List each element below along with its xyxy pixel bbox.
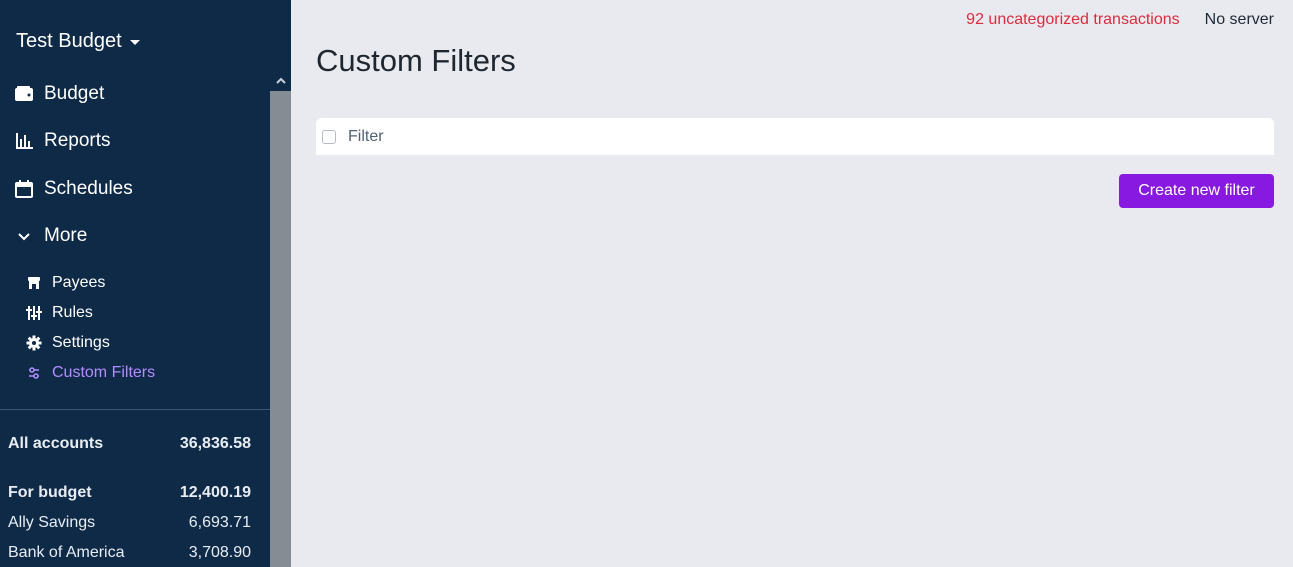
budget-selector[interactable]: Test Budget (16, 30, 140, 53)
sidebar-item-custom-filters[interactable]: Custom Filters (26, 364, 155, 382)
bar-chart-icon (16, 133, 33, 149)
sidebar-scroll-area: Test Budget Budget Reports Schedules Mor… (0, 0, 270, 567)
account-balance: 6,693.71 (188, 514, 251, 531)
top-status-bar: 92 uncategorized transactions No server (966, 11, 1274, 29)
uncategorized-link[interactable]: 92 uncategorized transactions (966, 11, 1179, 29)
caret-down-icon (129, 40, 140, 45)
account-row[interactable]: Bank of America 3,708.90 (8, 544, 251, 562)
sidebar-item-settings[interactable]: Settings (26, 334, 110, 352)
nav-more-label: More (44, 225, 88, 246)
account-label: All accounts (8, 435, 104, 452)
calendar-icon (15, 180, 33, 198)
chevron-down-icon (18, 233, 30, 241)
chevron-up-icon (275, 77, 286, 84)
sidebar-item-settings-label: Settings (52, 334, 110, 351)
nav-budget-label: Budget (44, 83, 105, 104)
account-balance: 3,708.90 (188, 544, 251, 561)
sidebar: Test Budget Budget Reports Schedules Mor… (0, 0, 291, 567)
nav-schedules[interactable]: Schedules (14, 178, 133, 200)
account-balance: 36,836.58 (179, 435, 251, 452)
gear-icon (26, 335, 42, 351)
scroll-up-button[interactable] (270, 70, 291, 91)
sidebar-scrollbar[interactable] (270, 70, 291, 567)
create-new-filter-button[interactable]: Create new filter (1119, 174, 1274, 208)
filter-column-header: Filter (348, 127, 384, 145)
wallet-icon (15, 86, 33, 101)
nav-reports-label: Reports (44, 130, 111, 151)
account-row[interactable]: Ally Savings 6,693.71 (8, 514, 251, 532)
sidebar-divider (0, 409, 270, 410)
page-title: Custom Filters (316, 43, 516, 78)
account-row-all[interactable]: All accounts 36,836.58 (8, 435, 251, 453)
nav-budget[interactable]: Budget (14, 83, 104, 105)
sliders-icon (26, 306, 42, 320)
filter-sliders-icon (29, 367, 39, 379)
sidebar-item-rules[interactable]: Rules (26, 304, 93, 322)
select-all-checkbox[interactable] (322, 129, 336, 144)
sidebar-item-rules-label: Rules (52, 304, 93, 321)
storefront-icon (28, 277, 40, 289)
account-balance: 12,400.19 (179, 484, 251, 501)
account-label: Ally Savings (8, 514, 96, 531)
account-label: Bank of America (8, 544, 125, 561)
sidebar-item-custom-filters-label: Custom Filters (52, 364, 156, 381)
nav-schedules-label: Schedules (44, 178, 133, 199)
nav-more-toggle[interactable]: More (14, 225, 87, 247)
sidebar-item-payees[interactable]: Payees (26, 274, 105, 292)
account-row-for-budget[interactable]: For budget 12,400.19 (8, 484, 251, 502)
filter-table-header: Filter (316, 118, 1274, 155)
account-label: For budget (8, 484, 92, 501)
main-content: 92 uncategorized transactions No server … (291, 0, 1293, 567)
server-status[interactable]: No server (1205, 11, 1274, 29)
budget-name: Test Budget (16, 30, 122, 52)
sidebar-item-payees-label: Payees (52, 274, 106, 291)
nav-reports[interactable]: Reports (14, 130, 111, 152)
